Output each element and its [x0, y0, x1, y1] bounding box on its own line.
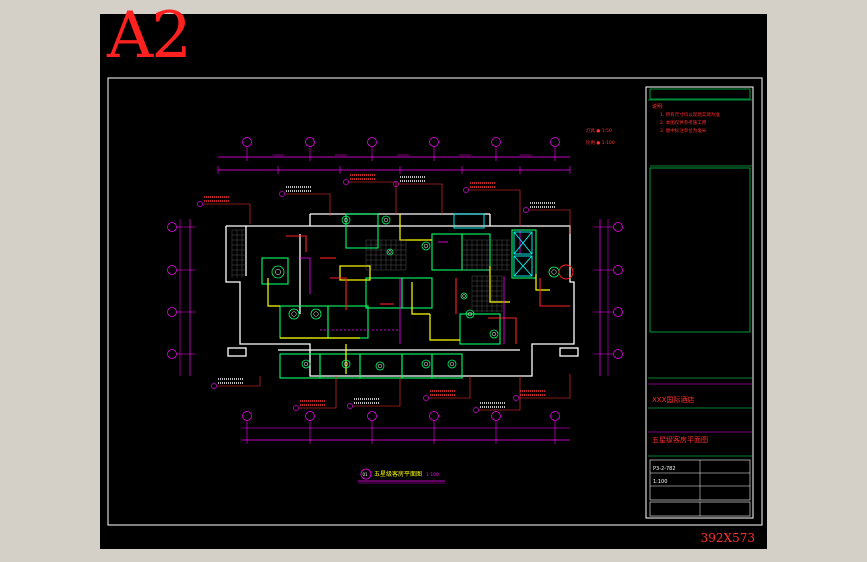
floor-plan-drawing: 说明: 1. 所有尺寸均以现场实测为准 2. 本图仅供参考施工用 3. 图中标注… [107, 77, 763, 526]
grid-bubble-bottom [242, 411, 252, 421]
legend-line-2: 比例 ● 1:100 [586, 139, 615, 146]
grid-bubble-top [305, 137, 315, 147]
grid-bubble-top [550, 137, 560, 147]
grid-bubble-left [167, 349, 177, 359]
grid-bubble-left [167, 222, 177, 232]
scale-value: 1:100 [653, 479, 667, 485]
grid-bubble-left [167, 307, 177, 317]
grid-bubble-right [613, 222, 623, 232]
red-walls [286, 235, 570, 344]
fixture-circle [310, 308, 322, 320]
note-line-2: 2. 本图仅供参考施工用 [660, 119, 706, 126]
fixture-circle [271, 265, 285, 279]
project-name: XXX国际酒店 [652, 395, 694, 404]
drawing-scale: 1:100 [426, 472, 439, 478]
leader-line [204, 203, 251, 224]
grid-bubble-bottom [550, 411, 560, 421]
drawing-frame [107, 77, 763, 526]
fixture-circle [301, 359, 311, 369]
note-line-3: 3. 图中标注单位为毫米 [660, 127, 707, 134]
fixture-circle [375, 361, 385, 371]
leader-line [300, 376, 337, 409]
grid-bubble-right [613, 265, 623, 275]
fixture-circle [548, 266, 560, 278]
fixture-circle [460, 292, 468, 300]
fixture-circle [421, 359, 431, 369]
cad-viewport[interactable]: A2 392X573 说明: 1. 所有尺寸均以现场实测为准 2. 本图仅供参考… [100, 4, 767, 549]
top-dimension-chain [218, 137, 570, 161]
title-block: 说明: 1. 所有尺寸均以现场实测为准 2. 本图仅供参考施工用 3. 图中标注… [645, 86, 754, 519]
top-secondary-dimension-chain [217, 166, 571, 174]
fixture-circle [421, 241, 431, 251]
grid-bubble-bottom [367, 411, 377, 421]
door-swing [558, 264, 574, 280]
fixture-circle [381, 215, 391, 225]
grid-bubble-top [242, 137, 252, 147]
leader-line [218, 376, 261, 387]
fixture-circle [489, 329, 499, 339]
annotation-leaders [197, 174, 571, 413]
callout-number: 01 [363, 472, 369, 477]
fixture-circle [447, 359, 457, 369]
drawing-title: 五星级客房平面图 [374, 470, 422, 478]
leader-line [400, 183, 443, 214]
notes-header: 说明: [652, 103, 664, 110]
leader-line [480, 376, 521, 411]
grid-bubble-top [491, 137, 501, 147]
grid-bubble-bottom [429, 411, 439, 421]
sanitary-fixtures [271, 215, 574, 371]
grid-bubble-left [167, 265, 177, 275]
grid-bubble-top [367, 137, 377, 147]
grid-bubble-bottom [491, 411, 501, 421]
left-dimension-chain [167, 219, 196, 376]
leader-line [350, 181, 397, 214]
leader-line [286, 193, 331, 216]
legend-line-1: 灯具 ● 1:50 [586, 127, 612, 134]
grid-bubble-right [613, 349, 623, 359]
fixture-circle [288, 308, 300, 320]
floor-tiles [231, 229, 510, 312]
leader-line [354, 376, 401, 407]
leader-line [470, 189, 521, 226]
bottom-dimension-chain [242, 411, 570, 444]
drawing-name: 五星级客房平面图 [652, 435, 708, 444]
drawing-title-block-callout: 01 五星级客房平面图 1:100 [358, 468, 445, 484]
right-dimension-chain [594, 219, 623, 376]
grid-bubble-top [429, 137, 439, 147]
drawing-number: P3-2-782 [653, 466, 676, 472]
note-line-1: 1. 所有尺寸均以现场实测为准 [660, 111, 720, 118]
grid-bubble-right [613, 307, 623, 317]
grid-bubble-bottom [305, 411, 315, 421]
